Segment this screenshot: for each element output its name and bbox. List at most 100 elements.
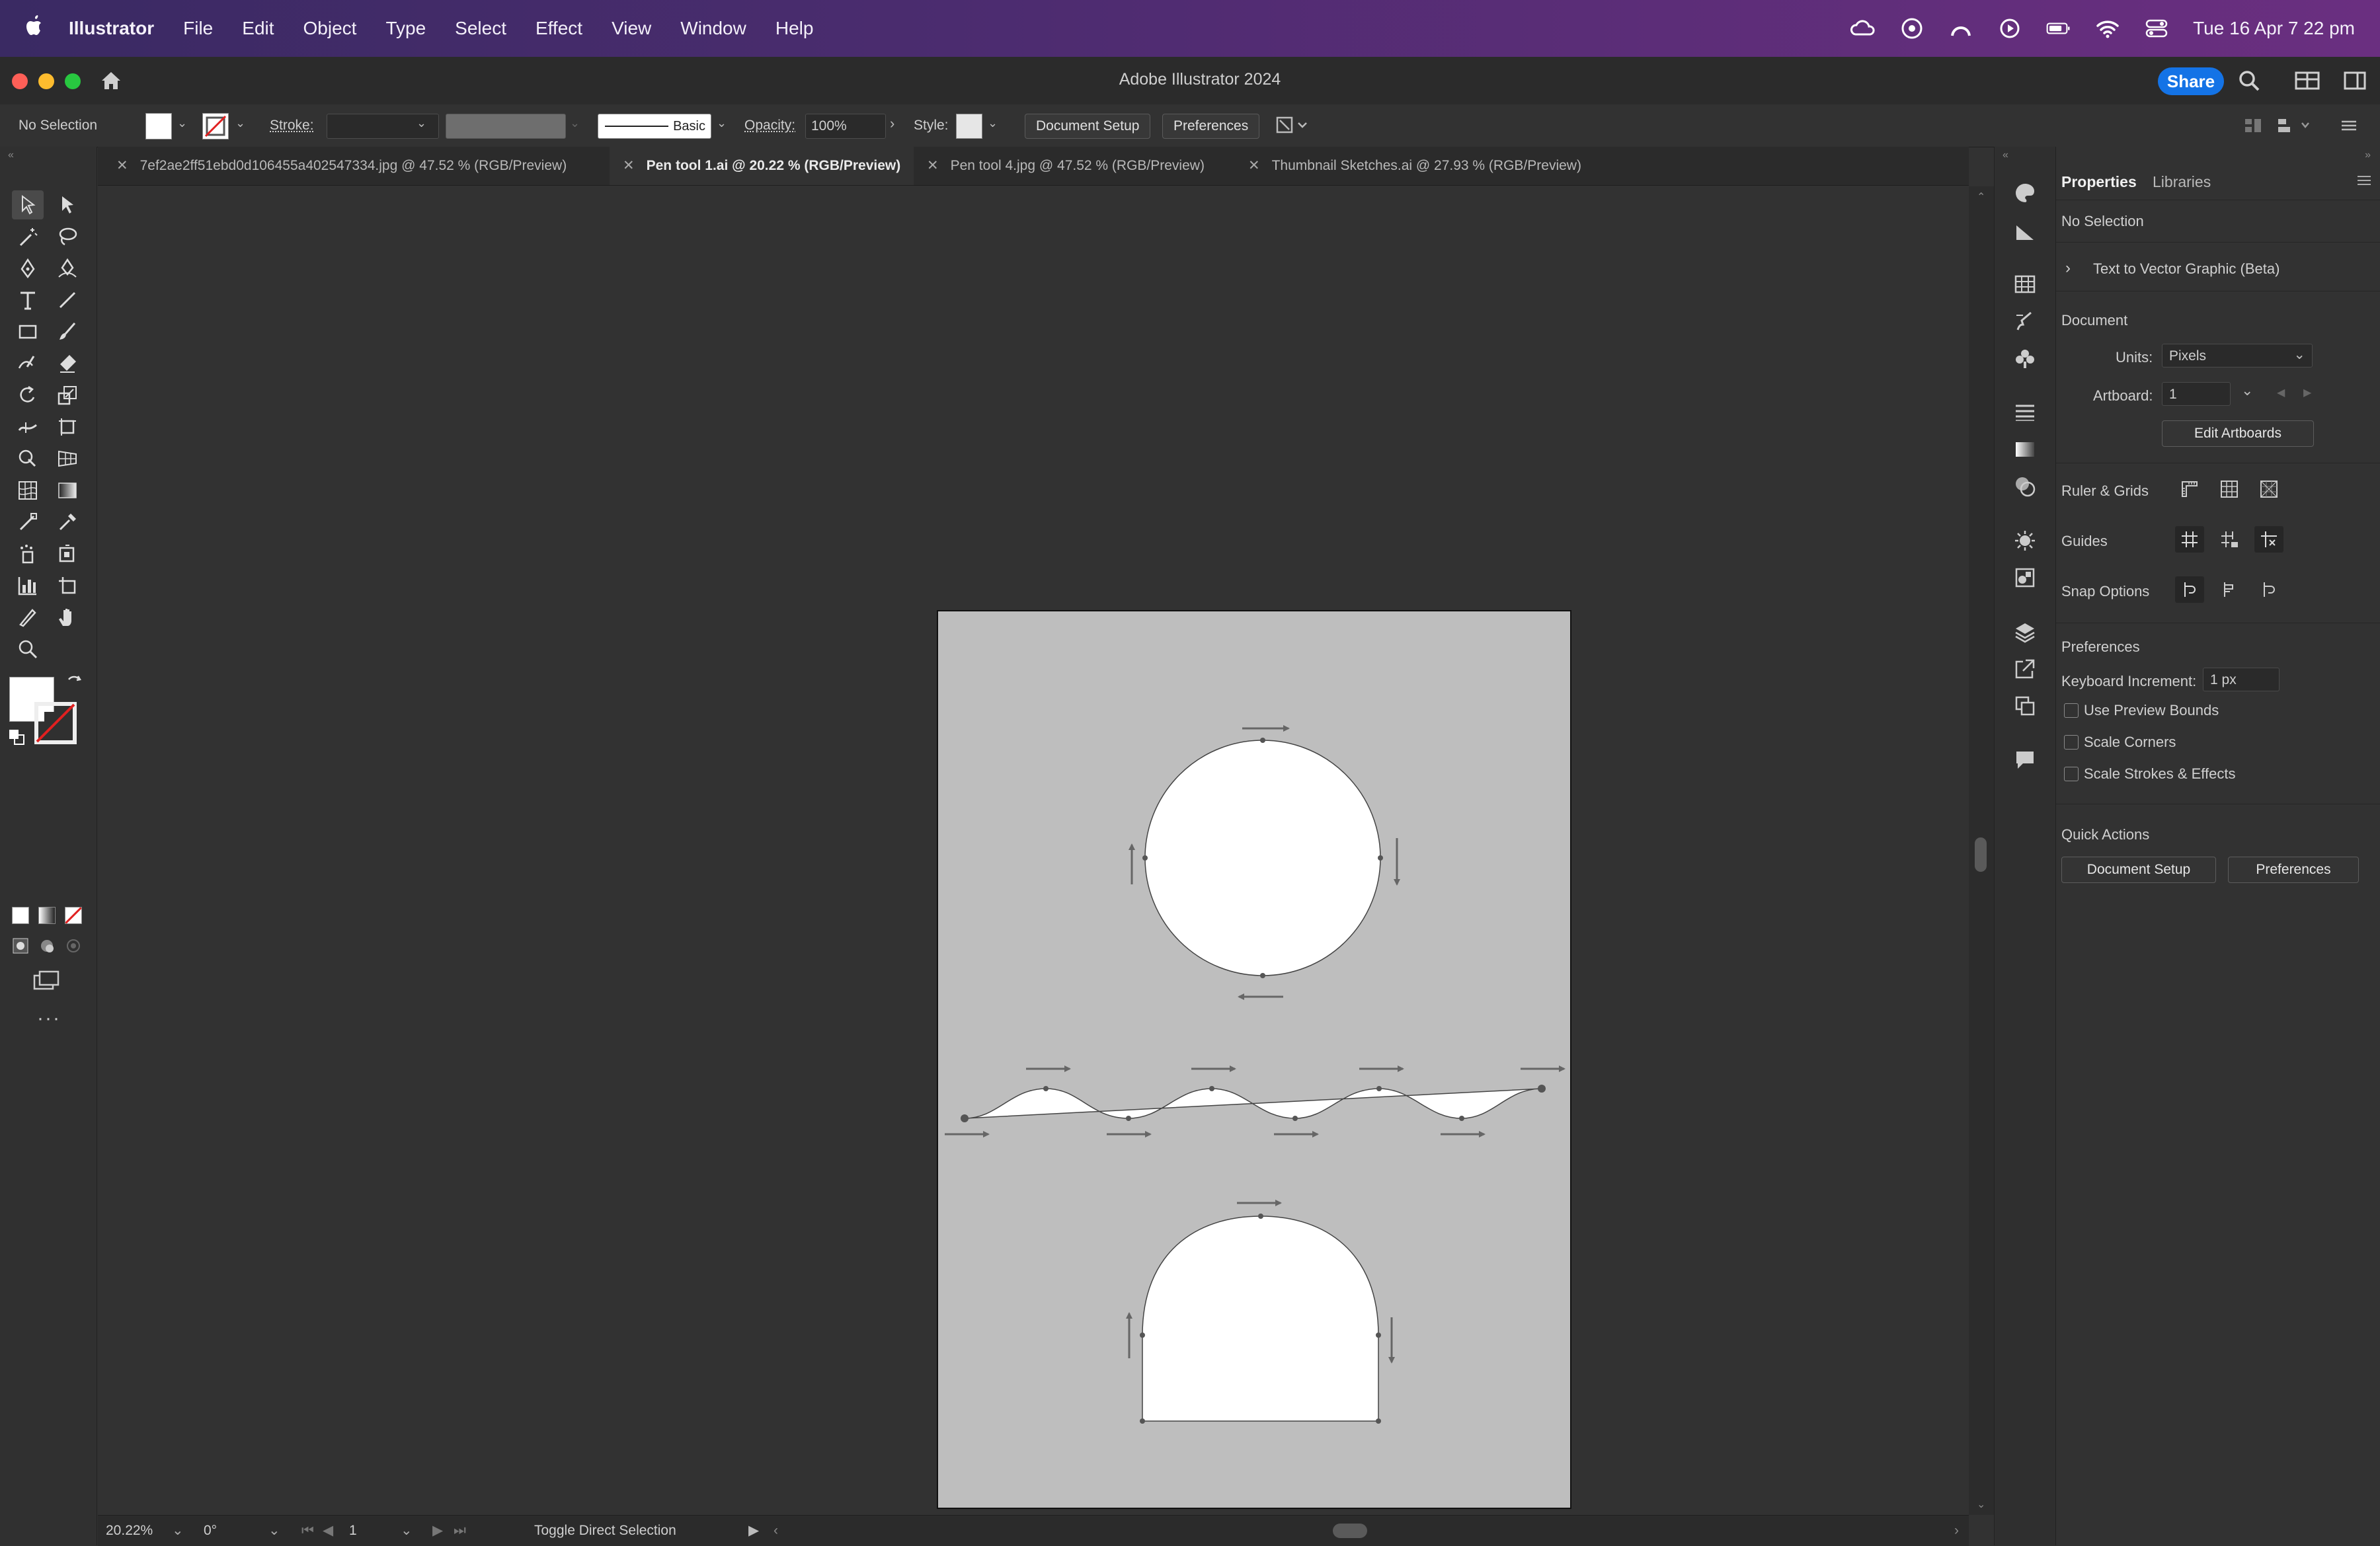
menu-file[interactable]: File [183,18,213,39]
panel-toggle-icon[interactable] [2343,70,2367,95]
artboard-field[interactable]: 1 [2162,382,2231,406]
arrange-documents-icon[interactable] [1275,114,1310,141]
draw-normal-icon[interactable] [12,937,29,958]
direct-selection-tool-icon[interactable] [52,190,83,219]
previous-artboard-icon[interactable]: ◀ [2277,386,2285,399]
grid-icon[interactable] [2215,476,2244,502]
quick-preferences-button[interactable]: Preferences [2228,857,2359,883]
creative-cloud-icon[interactable] [1850,16,1876,41]
menu-help[interactable]: Help [775,18,814,39]
rotate-tool-icon[interactable] [12,381,44,410]
artboard-chevron-icon[interactable]: ⌄ [401,1516,413,1546]
wifi-icon[interactable] [2095,16,2120,41]
vertical-scroll-thumb[interactable] [1975,837,1987,872]
scroll-up-icon[interactable]: ⌃ [1977,190,1985,204]
rulers-icon[interactable] [2175,476,2204,502]
rotation-chevron-icon[interactable]: ⌄ [268,1516,280,1546]
shaper-tool-icon[interactable] [12,349,44,378]
color-guide-icon[interactable] [2012,218,2038,245]
artboard-chevron-icon[interactable]: ⌄ [2241,382,2253,399]
opacity-label[interactable]: Opacity: [744,104,795,147]
chevron-right-icon[interactable]: › [2065,259,2071,278]
shape-builder-tool-icon[interactable] [12,444,44,473]
tab-7ef2ae2ff51ebd0d106455a402547334[interactable]: ✕ 7ef2ae2ff51ebd0d106455a402547334.jpg @ … [107,147,576,185]
stroke-color-box[interactable] [34,702,77,744]
menu-object[interactable]: Object [303,18,357,39]
vertical-scrollbar[interactable]: ⌃ ⌄ [1969,186,1994,1515]
stroke-swatch[interactable] [202,113,229,139]
collapse-panel-icon[interactable]: » [2365,149,2371,161]
swap-fill-stroke-icon[interactable] [65,673,83,695]
magic-wand-tool-icon[interactable] [12,222,44,251]
align-icon[interactable] [2241,115,2268,140]
battery-icon[interactable] [2046,16,2071,41]
menu-select[interactable]: Select [455,18,506,39]
tab-pen-tool-1[interactable]: ✕ Pen tool 1.ai @ 20.22 % (RGB/Preview) [610,147,914,185]
transform-icon[interactable] [2276,115,2315,140]
last-artboard-icon[interactable]: ⏭ [454,1516,466,1546]
next-artboard-icon[interactable]: ▶ [2303,386,2311,399]
curvature-tool-icon[interactable] [52,254,83,283]
stroke-chevron-icon[interactable]: ⌄ [235,116,245,130]
keyboard-increment-field[interactable]: 1 px [2203,668,2280,691]
width-tool-icon[interactable] [12,412,44,442]
scroll-left-icon[interactable]: ‹ [774,1516,778,1546]
fill-swatch[interactable] [145,113,172,139]
scale-strokes-effects-checkbox[interactable] [2064,767,2079,781]
stroke-panel-icon[interactable] [2012,399,2038,426]
menu-window[interactable]: Window [680,18,746,39]
color-panel-icon[interactable] [2012,180,2038,206]
previous-artboard-icon[interactable]: ◀ [323,1516,333,1546]
graphic-styles-icon[interactable] [2012,564,2038,591]
gradient-mode-icon[interactable] [38,907,56,924]
scale-tool-icon[interactable] [52,381,83,410]
style-chevron-icon[interactable]: ⌄ [988,116,998,130]
comments-icon[interactable] [2012,747,2038,773]
scale-corners-checkbox[interactable] [2064,735,2079,750]
snap-to-point-icon[interactable] [2175,576,2204,603]
zoom-tool-icon[interactable] [12,635,44,664]
edit-artboards-button[interactable]: Edit Artboards [2162,420,2314,447]
snap-to-pixel-icon[interactable] [2215,576,2244,603]
document-setup-button[interactable]: Document Setup [1025,114,1151,139]
tab-thumbnail-sketches[interactable]: ✕ Thumbnail Sketches.ai @ 27.93 % (RGB/Pr… [1239,147,1591,185]
artboards-panel-icon[interactable] [2012,693,2038,719]
menu-edit[interactable]: Edit [242,18,274,39]
close-tab-icon[interactable]: ✕ [927,158,939,173]
opacity-field[interactable]: 100% [805,114,886,139]
next-artboard-icon[interactable]: ▶ [432,1516,443,1546]
rotation-value[interactable]: 0° [204,1516,217,1546]
units-select[interactable]: Pixels ⌄ [2162,344,2313,367]
blend-tool-icon[interactable] [12,508,44,537]
eraser-tool-icon[interactable] [52,349,83,378]
menu-type[interactable]: Type [385,18,426,39]
eyedropper-tool-icon[interactable] [52,508,83,537]
stroke-weight-chevron-icon[interactable]: ⌄ [416,116,426,130]
export-icon[interactable] [2012,656,2038,682]
snap-to-glyph-icon[interactable] [2254,576,2283,603]
draw-behind-icon[interactable] [38,937,56,958]
control-center-icon[interactable] [2144,16,2169,41]
menu-effect[interactable]: Effect [536,18,582,39]
slice-tool-icon[interactable] [12,603,44,632]
symbols-icon[interactable] [2012,345,2038,371]
horizontal-scroll-thumb[interactable] [1333,1524,1367,1538]
perspective-grid-tool-icon[interactable] [52,444,83,473]
paintbrush-tool-icon[interactable] [52,317,83,346]
close-tab-icon[interactable]: ✕ [116,158,128,173]
live-paint-bucket-icon[interactable] [52,539,83,568]
scroll-down-icon[interactable]: ⌄ [1977,1498,1985,1511]
first-artboard-icon[interactable]: ⏮ [301,1516,314,1546]
screen-icon[interactable] [1899,16,1924,41]
quick-document-setup-button[interactable]: Document Setup [2061,857,2216,883]
use-preview-bounds-checkbox[interactable] [2064,703,2079,718]
workspace-switcher-icon[interactable] [2294,70,2320,95]
menu-view[interactable]: View [612,18,651,39]
transparency-icon[interactable] [2012,473,2038,500]
default-fill-stroke-icon[interactable] [8,728,25,749]
profile-chevron-icon[interactable]: ⌄ [570,116,580,130]
brushes-icon[interactable] [2012,308,2038,334]
close-tab-icon[interactable]: ✕ [623,158,635,173]
panel-menu-icon[interactable] [2355,172,2373,193]
wave-shape[interactable] [964,1088,1542,1119]
